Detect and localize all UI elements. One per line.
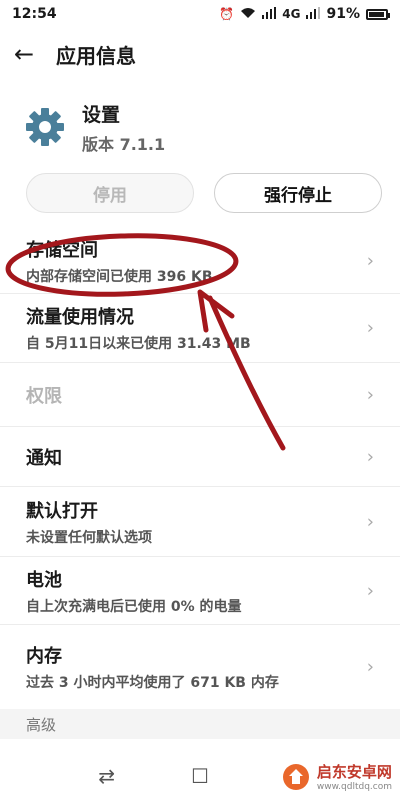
list-item-notifications[interactable]: 通知 › [0,427,400,487]
watermark: 启东安卓网 www.qdltdq.com [281,761,392,792]
list-item-memory[interactable]: 内存 过去 3 小时内平均使用了 671 KB 内存 › [0,625,400,709]
app-header: 设置 版本 7.1.1 [0,94,400,160]
settings-list: 存储空间 内部存储空间已使用 396 KB › 流量使用情况 自 5月11日以来… [0,228,400,709]
list-item-label: 默认打开 [26,500,98,522]
force-stop-button[interactable]: 强行停止 [214,173,382,213]
chevron-right-icon: › [366,317,374,339]
watermark-url: www.qdltdq.com [316,782,392,792]
list-item-summary: 过去 3 小时内平均使用了 671 KB 内存 [26,675,279,691]
battery-icon [366,8,390,20]
home-square-icon[interactable]: ☐ [180,764,220,788]
battery-percent: 91% [326,6,360,22]
list-item-data-usage[interactable]: 流量使用情况 自 5月11日以来已使用 31.43 MB › [0,294,400,363]
chevron-right-icon: › [366,580,374,601]
list-item-label: 通知 [26,447,62,469]
back-arrow-icon[interactable]: ← [14,40,46,68]
status-bar: 12:54 ⏰ 4G 91% [0,0,400,28]
list-item-summary: 自 5月11日以来已使用 31.43 MB [26,336,251,352]
recents-swap-icon[interactable]: ⇄ [87,764,127,788]
list-item-summary: 内部存储空间已使用 396 KB [26,268,213,285]
list-item-summary: 未设置任何默认选项 [26,529,152,546]
chevron-right-icon: › [366,446,374,467]
list-item-label: 流量使用情况 [26,307,134,328]
app-version: 版本 7.1.1 [82,134,166,154]
page-title: 应用信息 [56,43,136,68]
list-item-open-by-default[interactable]: 默认打开 未设置任何默认选项 › [0,487,400,557]
chevron-right-icon: › [366,511,374,532]
list-item-storage[interactable]: 存储空间 内部存储空间已使用 396 KB › [0,228,400,294]
chevron-right-icon: › [366,656,374,678]
list-item-label: 内存 [26,646,62,667]
signal-icon [262,6,277,22]
network-type: 4G [282,7,301,21]
disable-button[interactable]: 停用 [26,173,194,213]
clock: 12:54 [12,6,57,22]
list-item-label: 存储空间 [26,239,98,261]
list-item-summary: 自上次充满电后已使用 0% 的电量 [26,598,242,615]
watermark-logo-icon [282,763,309,790]
wifi-icon [240,7,256,22]
list-item-permissions[interactable]: 权限 › [0,363,400,427]
app-name: 设置 [82,103,121,126]
list-item-label: 电池 [26,569,62,591]
chevron-right-icon: › [366,384,374,405]
signal-icon-2 [306,6,321,22]
alarm-icon: ⏰ [219,7,235,21]
gear-icon [26,108,64,146]
list-item-battery[interactable]: 电池 自上次充满电后已使用 0% 的电量 › [0,557,400,625]
list-item-label: 权限 [26,385,62,407]
action-buttons: 停用 强行停止 [26,173,382,213]
section-header-advanced: 高级 [0,709,400,739]
chevron-right-icon: › [366,250,374,271]
watermark-name: 启东安卓网 [316,763,392,781]
app-bar: ← 应用信息 [0,32,400,76]
